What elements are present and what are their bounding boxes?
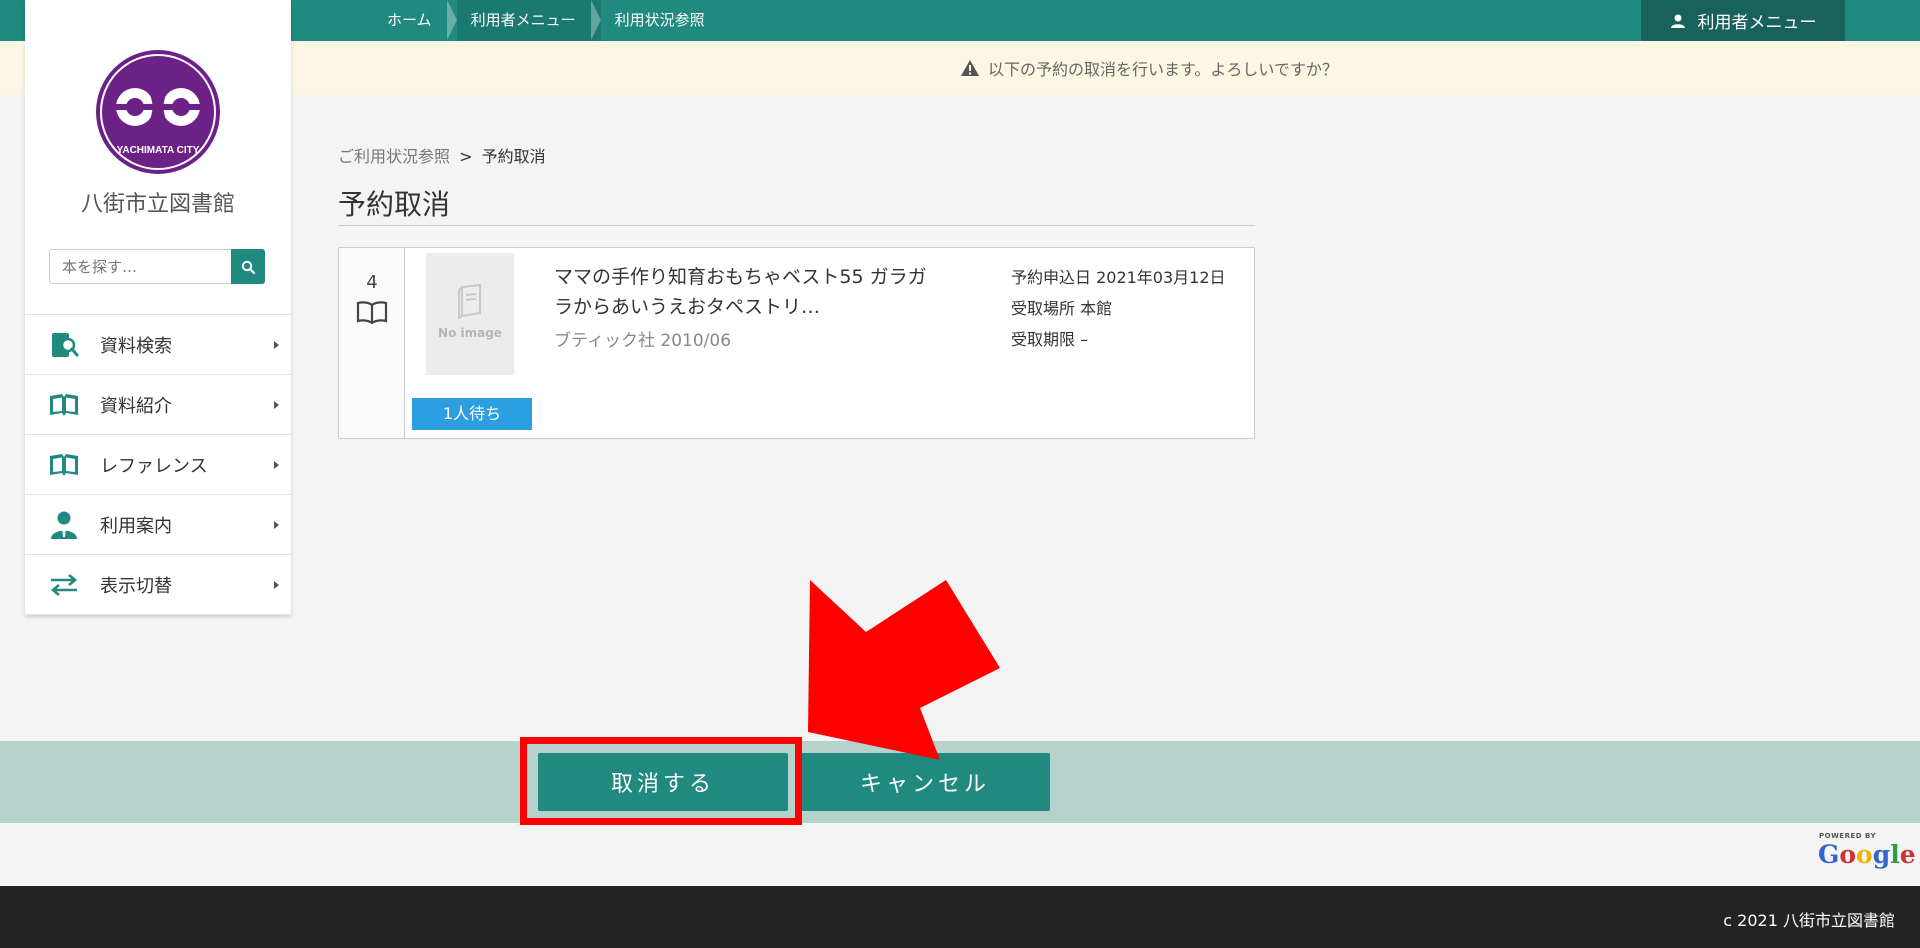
waiting-badge: 1人待ち [412,398,532,430]
breadcrumb: ご利用状況参照 > 予約取消 [338,143,546,167]
chevron-right-icon [274,581,279,589]
reservation-meta: 予約申込日 2021年03月12日 受取場所 本館 受取期限 – [1011,262,1226,355]
powered-by-text: POWERED BY [1819,832,1877,840]
item-number-cell: 4 [339,248,405,438]
user-menu-button[interactable]: 利用者メニュー [1641,0,1845,41]
sidebar-item-material-intro[interactable]: 資料紹介 [25,375,291,435]
sidebar-item-display-switch[interactable]: 表示切替 [25,555,291,615]
sidebar-item-label: 表示切替 [100,575,172,597]
crumb-user-menu[interactable]: 利用者メニュー [456,0,601,41]
warning-icon [961,60,980,76]
library-name: 八街市立図書館 [80,192,235,217]
chevron-right-icon [274,341,279,349]
confirm-cancel-button[interactable]: 取消する [538,753,788,811]
sidebar-item-label: 利用案内 [100,515,172,537]
sidebar-item-label: レファレンス [100,455,208,477]
sidebar-item-label: 資料検索 [100,335,172,357]
powered-by-google: POWERED BY Google [1800,832,1916,872]
no-image-text: No image [438,326,502,340]
title-divider [338,225,1255,226]
book-title[interactable]: ママの手作り知育おもちゃベスト55 ガラガラからあいうえおタペストリ… [554,262,944,322]
placeholder-book-icon [458,283,481,319]
google-letter: G [1818,840,1840,869]
google-logo: Google [1818,840,1916,869]
breadcrumb-parent[interactable]: ご利用状況参照 [338,147,450,166]
sidebar: YACHIMATA CITY 八街市立図書館 資料検索 [25,0,291,615]
search-icon [241,260,255,274]
user-menu-label: 利用者メニュー [1697,13,1817,33]
pickup-place: 受取場所 本館 [1011,299,1113,318]
chevron-right-icon [274,401,279,409]
top-breadcrumb: ホーム 利用者メニュー 利用状況参照 [373,0,730,41]
sidebar-menu: 資料検索 資料紹介 レファレンス 利用案内 表示切替 [25,314,291,615]
chevron-right-icon [274,461,279,469]
reserve-date: 予約申込日 2021年03月12日 [1011,268,1226,287]
crumb-usage-status[interactable]: 利用状況参照 [601,0,730,41]
breadcrumb-separator: > [459,147,473,166]
sidebar-item-material-search[interactable]: 資料検索 [25,315,291,375]
open-book-icon [49,390,79,420]
search-input[interactable] [49,249,231,284]
sidebar-item-label: 資料紹介 [100,395,172,417]
logo-text: YACHIMATA CITY [117,145,200,156]
user-icon [1670,14,1685,28]
person-icon [49,510,79,540]
sidebar-item-reference[interactable]: レファレンス [25,435,291,495]
footer: c 2021 八街市立図書館 [0,886,1920,948]
cancel-button[interactable]: キャンセル [800,753,1050,811]
notice-text: 以下の予約の取消を行います。よろしいですか？ [988,60,1338,79]
page-title: 予約取消 [338,188,451,221]
breadcrumb-current: 予約取消 [481,147,546,166]
book-icon [356,301,388,324]
copyright: c 2021 八街市立図書館 [1723,911,1895,930]
swap-arrows-icon [49,570,79,600]
search-box [49,249,265,284]
book-cover-placeholder: No image [426,253,514,375]
chevron-right-icon [274,521,279,529]
open-book-icon [49,450,79,480]
crumb-home[interactable]: ホーム [373,0,457,41]
search-book-icon [49,330,79,360]
pickup-limit: 受取期限 – [1011,330,1089,349]
city-logo[interactable]: YACHIMATA CITY [95,49,221,175]
item-number: 4 [366,272,378,293]
book-publisher: ブティック社 2010/06 [554,331,732,351]
search-button[interactable] [231,249,265,284]
reservation-card: 4 No image 1人待ち ママの手作り知育おもちゃベスト55 ガラガラから… [338,247,1255,439]
sidebar-item-guide[interactable]: 利用案内 [25,495,291,555]
